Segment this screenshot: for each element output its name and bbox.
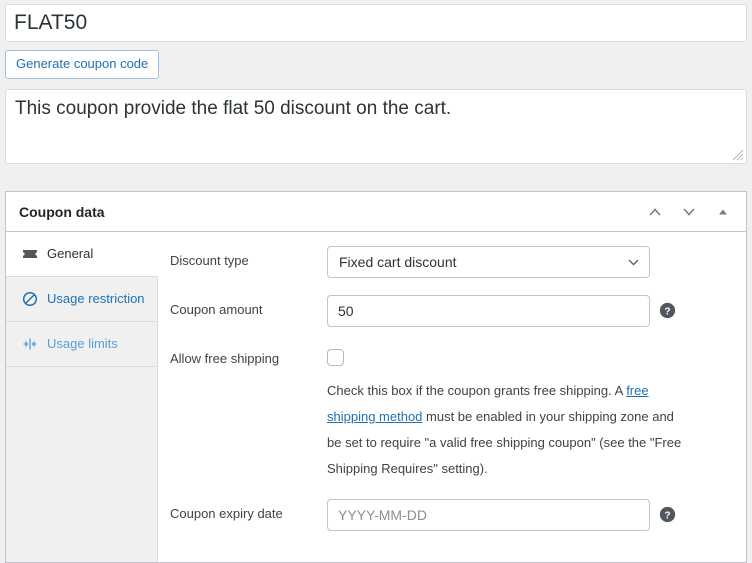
discount-type-label: Discount type xyxy=(170,253,249,268)
tab-general[interactable]: General xyxy=(6,232,158,277)
svg-text:?: ? xyxy=(664,510,670,521)
move-down-button[interactable] xyxy=(676,199,702,225)
coupon-code-input[interactable] xyxy=(5,4,747,42)
generate-coupon-code-button[interactable]: Generate coupon code xyxy=(5,50,160,79)
discount-type-value: Fixed cart discount xyxy=(327,246,650,278)
triangle-up-icon xyxy=(719,209,727,215)
allow-free-shipping-description: Check this box if the coupon grants free… xyxy=(327,378,690,482)
coupon-data-panel: Coupon data General Usage restriction Us… xyxy=(5,191,747,563)
resize-grip-icon[interactable] xyxy=(732,149,744,161)
coupon-expiry-date-label: Coupon expiry date xyxy=(170,506,283,521)
coupon-data-tabs: General Usage restriction Usage limits xyxy=(6,232,158,562)
general-tab-panel: Discount type Fixed cart discount Coupon… xyxy=(158,232,746,562)
move-up-button[interactable] xyxy=(642,199,668,225)
coupon-description-text: This coupon provide the flat 50 discount… xyxy=(15,98,452,119)
allow-free-shipping-label: Allow free shipping xyxy=(170,351,280,366)
discount-type-select[interactable]: Fixed cart discount xyxy=(327,246,650,278)
tab-general-label: General xyxy=(47,246,94,261)
block-icon xyxy=(22,291,38,307)
discount-type-control: Fixed cart discount xyxy=(327,246,736,278)
limits-icon xyxy=(23,338,37,350)
help-icon[interactable]: ? xyxy=(659,506,676,523)
coupon-code-section xyxy=(0,0,752,42)
discount-type-row: Discount type Fixed cart discount xyxy=(170,246,736,278)
coupon-expiry-date-input[interactable]: YYYY-MM-DD xyxy=(327,499,650,531)
coupon-amount-control: 50 ? xyxy=(327,295,736,327)
help-icon[interactable]: ? xyxy=(659,302,676,319)
coupon-expiry-date-control: YYYY-MM-DD ? xyxy=(327,499,736,531)
coupon-data-panel-header: Coupon data xyxy=(6,192,746,232)
svg-text:?: ? xyxy=(664,306,670,317)
ticket-icon xyxy=(23,250,37,258)
tab-usage-limits[interactable]: Usage limits xyxy=(6,322,157,367)
coupon-expiry-date-row: Coupon expiry date YYYY-MM-DD ? xyxy=(170,499,736,531)
tab-usage-restriction-label: Usage restriction xyxy=(47,291,145,306)
tab-usage-restriction[interactable]: Usage restriction xyxy=(6,277,157,322)
coupon-amount-row: Coupon amount 50 ? xyxy=(170,295,736,327)
coupon-amount-input[interactable]: 50 xyxy=(327,295,650,327)
generate-code-row: Generate coupon code xyxy=(0,42,752,79)
coupon-amount-label: Coupon amount xyxy=(170,302,263,317)
panel-title: Coupon data xyxy=(19,203,105,220)
tab-usage-limits-label: Usage limits xyxy=(47,336,118,351)
coupon-description-textarea[interactable]: This coupon provide the flat 50 discount… xyxy=(5,89,747,164)
allow-free-shipping-control: Check this box if the coupon grants free… xyxy=(327,344,736,482)
allow-free-shipping-row: Allow free shipping Check this box if th… xyxy=(170,344,736,482)
coupon-data-panel-body: General Usage restriction Usage limits D… xyxy=(6,232,746,562)
allow-free-shipping-checkbox[interactable] xyxy=(327,349,344,366)
chevron-up-icon xyxy=(649,208,661,216)
chevron-down-icon xyxy=(683,208,695,216)
free-shipping-text-before: Check this box if the coupon grants free… xyxy=(327,383,627,398)
toggle-panel-button[interactable] xyxy=(710,199,736,225)
panel-header-actions xyxy=(642,192,736,232)
coupon-description-section: This coupon provide the flat 50 discount… xyxy=(0,79,752,164)
